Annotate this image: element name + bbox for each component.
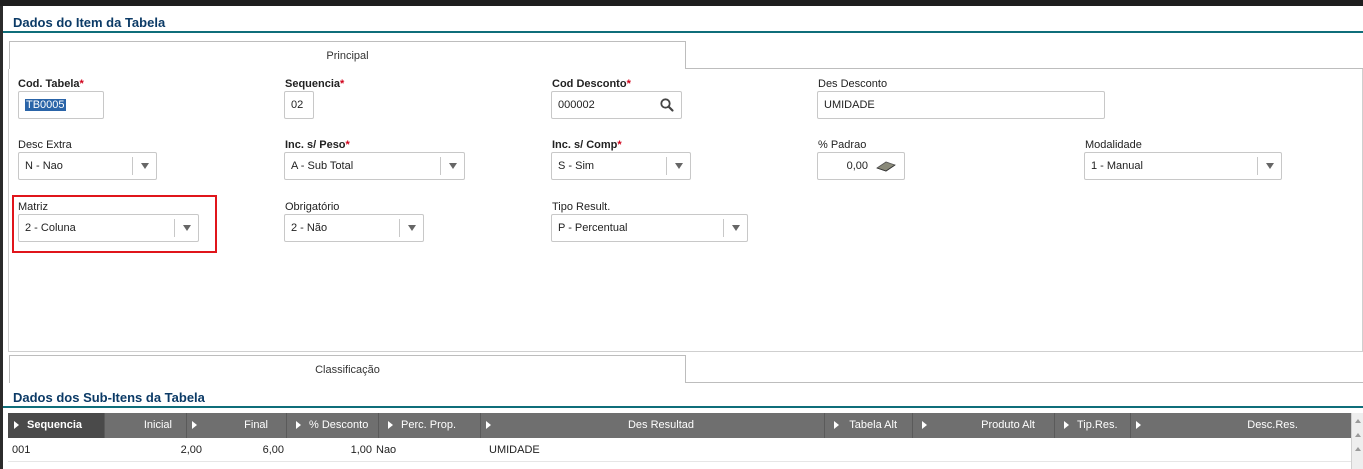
sort-arrow-icon [192,413,204,438]
column-divider [480,413,481,438]
scroll-up-icon[interactable] [1355,419,1361,423]
calculator-icon[interactable] [876,160,896,172]
subitens-grid-header: Sequencia Inicial Final % Desconto Perc.… [8,413,1351,438]
section-header-subitens: Dados dos Sub-Itens da Tabela [3,383,1363,408]
chevron-down-icon[interactable] [132,157,156,175]
sort-arrow-icon [14,421,19,429]
des-desconto-label: Des Desconto [818,78,888,90]
scroll-up-icon[interactable] [1355,447,1361,451]
section-title: Dados do Item da Tabela [13,15,166,30]
tab-principal[interactable]: Principal [9,41,686,69]
sort-arrow-icon [296,421,301,429]
sort-arrow-icon [388,421,393,429]
section-header-item: Dados do Item da Tabela [3,8,1363,33]
des-desconto-field[interactable]: UMIDADE [817,91,1105,119]
sort-arrow-icon [1136,413,1148,438]
modalidade-select[interactable]: 1 - Manual [1084,152,1282,180]
inc-peso-label: Inc. s/ Peso* [285,139,350,151]
desc-extra-label: Desc Extra [18,139,72,151]
column-divider [1130,413,1131,438]
cell-final: 6,00 [262,444,284,456]
search-icon[interactable] [659,97,675,113]
column-divider [186,413,187,438]
cell-inicial: 2,00 [180,444,202,456]
column-divider [286,413,287,438]
cod-tabela-label: Cod. Tabela* [18,78,84,90]
matriz-highlight [12,195,217,253]
col-header-inicial[interactable]: Inicial [112,413,192,438]
tipo-result-label: Tipo Result. [552,201,611,213]
obrigatorio-label: Obrigatório [285,201,340,213]
tipo-result-select[interactable]: P - Percentual [551,214,748,242]
column-divider [824,413,825,438]
column-divider [378,413,379,438]
inc-comp-select[interactable]: S - Sim [551,152,691,180]
chevron-down-icon[interactable] [440,157,464,175]
cell-des-resultad: UMIDADE [489,444,540,456]
padrao-label: % Padrao [818,139,867,151]
chevron-down-icon[interactable] [666,157,690,175]
chevron-down-icon[interactable] [723,219,747,237]
sort-arrow-icon [486,413,498,438]
cell-desconto: 1,00 [350,444,372,456]
col-header-desc-res[interactable]: Desc.Res. [1148,413,1298,438]
column-divider [104,413,105,438]
col-header-des-resultad[interactable]: Des Resultad [498,413,824,438]
col-header-sequencia[interactable]: Sequencia [8,413,104,438]
padrao-field[interactable]: 0,00 [817,152,905,180]
tab-classificacao[interactable]: Classificação [9,355,686,383]
cod-desconto-label: Cod Desconto* [552,78,631,90]
cod-tabela-field[interactable]: TB0005 [18,91,104,119]
obrigatorio-select[interactable]: 2 - Não [284,214,424,242]
sort-arrow-icon [1064,421,1069,429]
col-header-produto-alt[interactable]: Produto Alt [918,413,1054,438]
table-row[interactable]: 001 2,00 6,00 1,00 Nao UMIDADE [8,438,1351,462]
col-header-tabela-alt[interactable]: Tabela Alt [830,413,916,438]
sequencia-field[interactable]: 02 [284,91,314,119]
desc-extra-select[interactable]: N - Nao [18,152,157,180]
chevron-down-icon[interactable] [399,219,423,237]
scroll-up-icon[interactable] [1355,433,1361,437]
chevron-down-icon[interactable] [1257,157,1281,175]
col-header-tip-res[interactable]: Tip.Res. [1060,413,1136,438]
inc-peso-select[interactable]: A - Sub Total [284,152,465,180]
col-header-final[interactable]: Final [204,413,268,438]
col-header-perc-prop[interactable]: Perc. Prop. [384,413,484,438]
column-divider [912,413,913,438]
cod-desconto-field[interactable]: 000002 [551,91,682,119]
inc-comp-label: Inc. s/ Comp* [552,139,622,151]
modalidade-label: Modalidade [1085,139,1142,151]
window-top-bar [0,0,1363,6]
col-header-desconto[interactable]: % Desconto [292,413,388,438]
sort-arrow-icon [834,421,839,429]
sequencia-label: Sequencia* [285,78,345,90]
grid-scrollbar[interactable] [1351,413,1363,469]
cell-sequencia: 001 [12,444,31,456]
cell-perc-prop: Nao [376,444,397,456]
sort-arrow-icon [922,421,927,429]
section-title-subitens: Dados dos Sub-Itens da Tabela [13,390,205,405]
column-divider [1054,413,1055,438]
